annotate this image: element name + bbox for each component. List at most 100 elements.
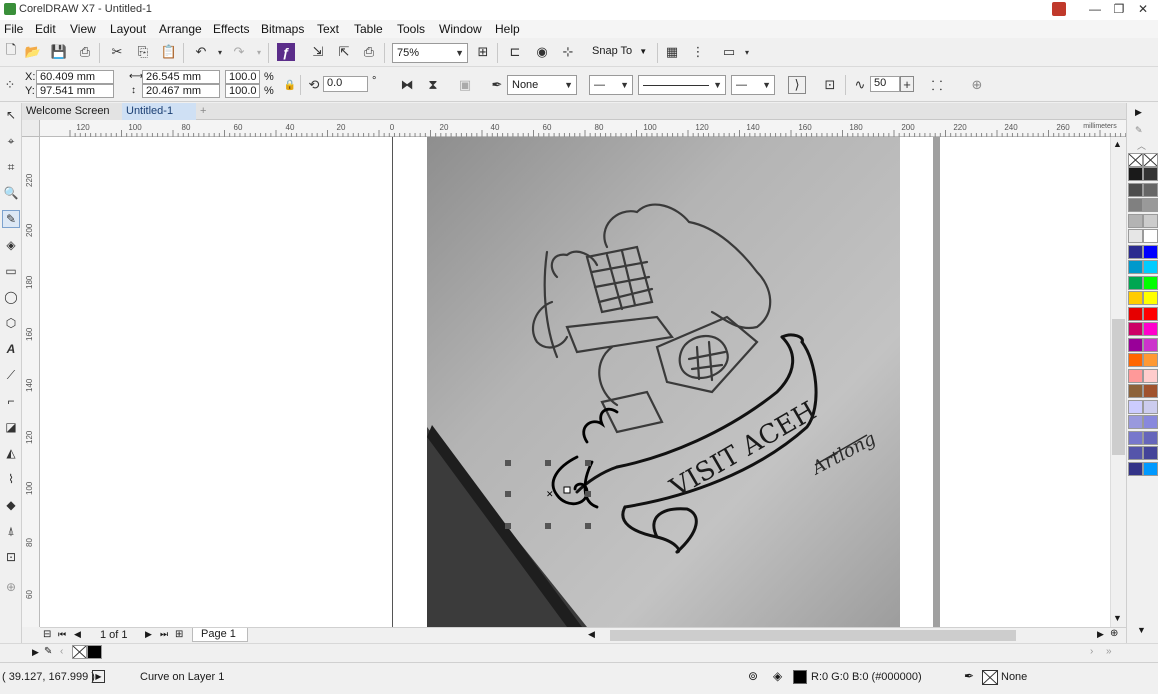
application-launcher-icon[interactable]: ▭ (720, 43, 738, 61)
palette-scroll-right-icon[interactable]: ▶ (1135, 107, 1142, 118)
save-icon[interactable]: 💾 (50, 43, 68, 61)
menu-text[interactable]: Text (317, 22, 339, 36)
palette-color-swatch[interactable] (1128, 167, 1143, 181)
object-width-field[interactable]: 26.545 mm (142, 70, 220, 84)
smart-fill-icon[interactable]: ⍋ (2, 522, 20, 540)
palette-scroll-up-icon[interactable]: ︿ (1137, 139, 1146, 152)
palette-color-swatch[interactable] (1128, 306, 1143, 321)
palette-color-swatch[interactable] (1128, 415, 1143, 429)
scroll-down-icon[interactable]: ▼ (1113, 613, 1122, 623)
palette-color-swatch[interactable] (1143, 446, 1158, 460)
menu-view[interactable]: View (70, 22, 96, 36)
y-position-field[interactable]: 97.541 mm (36, 84, 114, 98)
menu-edit[interactable]: Edit (35, 22, 56, 36)
show-rulers-icon[interactable]: ⊏ (506, 43, 524, 61)
palette-color-swatch[interactable] (1128, 461, 1143, 476)
shape-tool-icon[interactable]: ⌖ (2, 132, 20, 150)
publish-pdf-icon[interactable]: ⎙ (360, 43, 378, 61)
mirror-horizontal-icon[interactable]: ⧓ (398, 76, 416, 94)
no-fill-swatch[interactable] (1128, 153, 1143, 167)
launcher-dropdown-icon[interactable]: ▾ (738, 43, 756, 61)
palette-color-swatch[interactable] (1128, 337, 1143, 352)
outline-tool-icon[interactable]: ⊡ (2, 548, 20, 566)
horizontal-scroll-thumb[interactable] (610, 630, 1016, 641)
previous-page-icon[interactable]: ◀ (74, 629, 81, 640)
start-arrowhead-select[interactable]: — ▼ (589, 75, 633, 95)
palette-color-swatch[interactable] (1143, 213, 1158, 228)
cut-icon[interactable]: ✂ (108, 43, 126, 61)
add-page-icon[interactable]: ⊞ (175, 629, 183, 640)
lock-ratio-icon[interactable]: 🔒 (281, 76, 299, 94)
palette-color-swatch[interactable] (1128, 446, 1143, 460)
menu-file[interactable]: File (4, 22, 23, 36)
undo-dropdown-icon[interactable]: ▾ (211, 43, 229, 61)
palette-color-swatch[interactable] (1143, 167, 1158, 181)
palette-color-swatch[interactable] (1128, 213, 1143, 228)
zoom-level-select[interactable]: 75% ▼ (392, 43, 468, 63)
status-expand-icon[interactable]: ▶ (92, 670, 105, 683)
redo-dropdown-icon[interactable]: ▾ (250, 43, 268, 61)
sketch-bitmap[interactable]: VISIT ACEH Artlong (427, 137, 900, 627)
palette-color-swatch[interactable] (1143, 275, 1158, 290)
outline-color-swatch[interactable] (982, 670, 998, 685)
menu-arrange[interactable]: Arrange (159, 22, 202, 36)
drawing-canvas[interactable]: VISIT ACEH Artlong ✕ (40, 137, 1110, 627)
new-document-icon[interactable]: 🗋 (2, 42, 20, 61)
scroll-left-icon[interactable]: ◀ (588, 629, 595, 640)
scroll-up-icon[interactable]: ▲ (1113, 139, 1122, 149)
open-folder-icon[interactable]: 📂 (24, 43, 42, 61)
palette-color-swatch[interactable] (1128, 198, 1143, 212)
connector-tool-icon[interactable]: ⌐ (2, 392, 20, 410)
scroll-right-icon[interactable]: ▶ (1097, 629, 1104, 640)
ellipse-tool-icon[interactable]: ◯ (2, 288, 20, 306)
selection-handles[interactable]: ✕ (502, 457, 592, 537)
full-screen-icon[interactable]: ⊞ (474, 43, 492, 61)
page-settings-icon[interactable]: ⊟ (43, 629, 51, 640)
close-curve-icon[interactable]: ⟩ (788, 76, 806, 94)
palette-color-swatch[interactable] (1143, 384, 1158, 398)
tab-welcome-screen[interactable]: Welcome Screen (22, 103, 122, 120)
dimension-tool-icon[interactable]: ⟋ (2, 366, 20, 384)
export-icon[interactable]: ⇱ (335, 43, 353, 61)
transparency-tool-icon[interactable]: ◭ (2, 444, 20, 462)
tab-untitled-1[interactable]: Untitled-1 (122, 103, 196, 120)
smart-fill-tool-icon[interactable]: ◈ (2, 236, 20, 254)
text-tool-icon[interactable]: A (2, 340, 20, 358)
palette-color-swatch[interactable] (1128, 182, 1143, 197)
object-origin-icon[interactable]: ⁘ (1, 76, 19, 94)
doc-palette-menu-icon[interactable]: ▶ (32, 647, 39, 658)
palette-color-swatch[interactable] (1143, 415, 1158, 429)
doc-no-fill-swatch[interactable] (72, 645, 87, 659)
palette-color-swatch[interactable] (1128, 430, 1143, 445)
first-page-icon[interactable]: ⏮ (58, 629, 66, 640)
crop-tool-icon[interactable]: ⌗ (2, 158, 20, 176)
rectangle-tool-icon[interactable]: ▭ (2, 262, 20, 280)
undo-icon[interactable]: ↶ (192, 43, 210, 61)
doc-palette-eyedropper-icon[interactable]: ✎ (44, 646, 52, 657)
user-account-icon[interactable] (1052, 2, 1066, 16)
palette-color-swatch[interactable] (1143, 399, 1158, 414)
paste-icon[interactable]: 📋 (160, 43, 178, 61)
palette-color-swatch[interactable] (1128, 368, 1143, 383)
snap-grid-icon[interactable]: ⊹ (559, 43, 577, 61)
palette-color-swatch[interactable] (1128, 260, 1143, 274)
combine-icon[interactable]: ▣ (456, 76, 474, 94)
polygon-tool-icon[interactable]: ⬡ (2, 314, 20, 332)
menu-layout[interactable]: Layout (110, 22, 146, 36)
vertical-ruler[interactable]: 220 200 180 160 140 120 100 80 60 (22, 137, 40, 627)
last-page-icon[interactable]: ⏭ (160, 629, 168, 640)
palette-color-swatch[interactable] (1143, 461, 1158, 476)
palette-color-swatch[interactable] (1143, 306, 1158, 321)
print-icon[interactable]: ⎙ (76, 43, 94, 61)
select-all-nodes-icon[interactable]: ⸬ (928, 76, 946, 94)
pick-tool-icon[interactable]: ↖ (2, 106, 20, 124)
palette-color-swatch[interactable] (1128, 322, 1143, 336)
freehand-tool-icon[interactable]: ✎ (2, 210, 20, 228)
doc-palette-expand-icon[interactable]: » (1106, 646, 1112, 657)
palette-eyedropper-icon[interactable]: ✎ (1135, 125, 1143, 136)
menu-effects[interactable]: Effects (213, 22, 249, 36)
palette-color-swatch[interactable] (1143, 337, 1158, 352)
options-icon[interactable]: ▦ (663, 43, 681, 61)
close-button[interactable]: ✕ (1128, 0, 1158, 20)
add-tool-icon[interactable]: ⊕ (2, 578, 20, 596)
